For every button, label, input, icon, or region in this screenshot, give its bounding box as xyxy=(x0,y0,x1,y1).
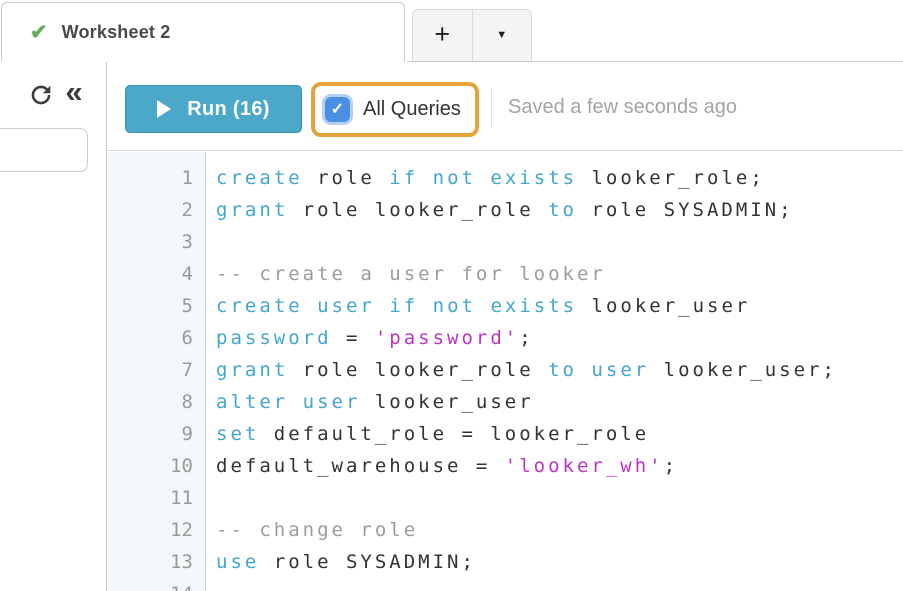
worksheet-menu-button[interactable]: ▼ xyxy=(473,10,532,61)
play-icon xyxy=(157,100,171,118)
line-number: 6 xyxy=(107,322,206,354)
line-number: 4 xyxy=(107,258,206,290)
code-text: create user if not exists looker_user xyxy=(206,290,750,322)
run-button[interactable]: Run (16) xyxy=(125,85,302,133)
new-worksheet-button[interactable]: + xyxy=(413,10,473,61)
worksheet-tab-actions: + ▼ xyxy=(412,9,532,61)
code-line[interactable]: 8alter user looker_user xyxy=(107,386,903,418)
code-text: grant role looker_role to role SYSADMIN; xyxy=(206,194,794,226)
line-number: 5 xyxy=(107,290,206,322)
check-icon: ✓ xyxy=(331,102,344,118)
line-number: 1 xyxy=(107,162,206,194)
saved-check-icon: ✔ xyxy=(30,20,48,45)
line-number: 7 xyxy=(107,354,206,386)
code-text: create role if not exists looker_role; xyxy=(206,162,765,194)
code-line[interactable]: 1create role if not exists looker_role; xyxy=(107,162,903,194)
all-queries-label[interactable]: All Queries xyxy=(363,98,461,121)
saved-status: Saved a few seconds ago xyxy=(508,96,737,119)
plus-icon: + xyxy=(434,21,450,48)
line-number: 12 xyxy=(107,514,206,546)
code-text xyxy=(206,482,216,514)
refresh-button[interactable] xyxy=(27,81,55,109)
code-line[interactable]: 9set default_role = looker_role xyxy=(107,418,903,450)
code-line[interactable]: 11 xyxy=(107,482,903,514)
code-text: -- change role xyxy=(206,514,418,546)
code-text xyxy=(206,226,216,258)
code-text xyxy=(206,578,216,591)
code-line[interactable]: 6password = 'password'; xyxy=(107,322,903,354)
line-number: 2 xyxy=(107,194,206,226)
line-number: 10 xyxy=(107,450,206,482)
tabbar-divider xyxy=(407,61,903,62)
sidebar-search-box[interactable] xyxy=(0,128,88,172)
all-queries-highlight: ✓ All Queries xyxy=(311,82,479,137)
code-line[interactable]: 5create user if not exists looker_user xyxy=(107,290,903,322)
code-line[interactable]: 7grant role looker_role to user looker_u… xyxy=(107,354,903,386)
code-text: alter user looker_user xyxy=(206,386,534,418)
refresh-icon xyxy=(27,81,55,109)
line-number: 11 xyxy=(107,482,206,514)
code-line[interactable]: 3 xyxy=(107,226,903,258)
line-number: 8 xyxy=(107,386,206,418)
code-line[interactable]: 10default_warehouse = 'looker_wh'; xyxy=(107,450,903,482)
code-text: -- create a user for looker xyxy=(206,258,606,290)
code-line[interactable]: 2grant role looker_role to role SYSADMIN… xyxy=(107,194,903,226)
toolbar-divider xyxy=(491,89,492,127)
run-button-label: Run (16) xyxy=(187,98,269,121)
tab-worksheet-2[interactable]: ✔ Worksheet 2 xyxy=(1,2,405,62)
code-line[interactable]: 14 xyxy=(107,578,903,591)
all-queries-checkbox[interactable]: ✓ xyxy=(325,97,350,122)
collapse-sidebar-button[interactable]: « xyxy=(57,72,91,112)
line-number: 13 xyxy=(107,546,206,578)
line-number: 3 xyxy=(107,226,206,258)
sql-editor[interactable]: 1create role if not exists looker_role;2… xyxy=(107,150,903,591)
code-text: default_warehouse = 'looker_wh'; xyxy=(206,450,678,482)
code-text: password = 'password'; xyxy=(206,322,534,354)
code-line[interactable]: 4-- create a user for looker xyxy=(107,258,903,290)
line-number: 14 xyxy=(107,578,206,591)
double-chevron-left-icon: « xyxy=(65,74,82,109)
code-text: grant role looker_role to user looker_us… xyxy=(206,354,837,386)
code-line[interactable]: 12-- change role xyxy=(107,514,903,546)
code-text: use role SYSADMIN; xyxy=(206,546,476,578)
code-text: set default_role = looker_role xyxy=(206,418,649,450)
caret-down-icon: ▼ xyxy=(496,30,507,41)
line-number: 9 xyxy=(107,418,206,450)
code-line[interactable]: 13use role SYSADMIN; xyxy=(107,546,903,578)
code-lines[interactable]: 1create role if not exists looker_role;2… xyxy=(107,162,903,591)
worksheet-tab-label: Worksheet 2 xyxy=(62,22,171,43)
